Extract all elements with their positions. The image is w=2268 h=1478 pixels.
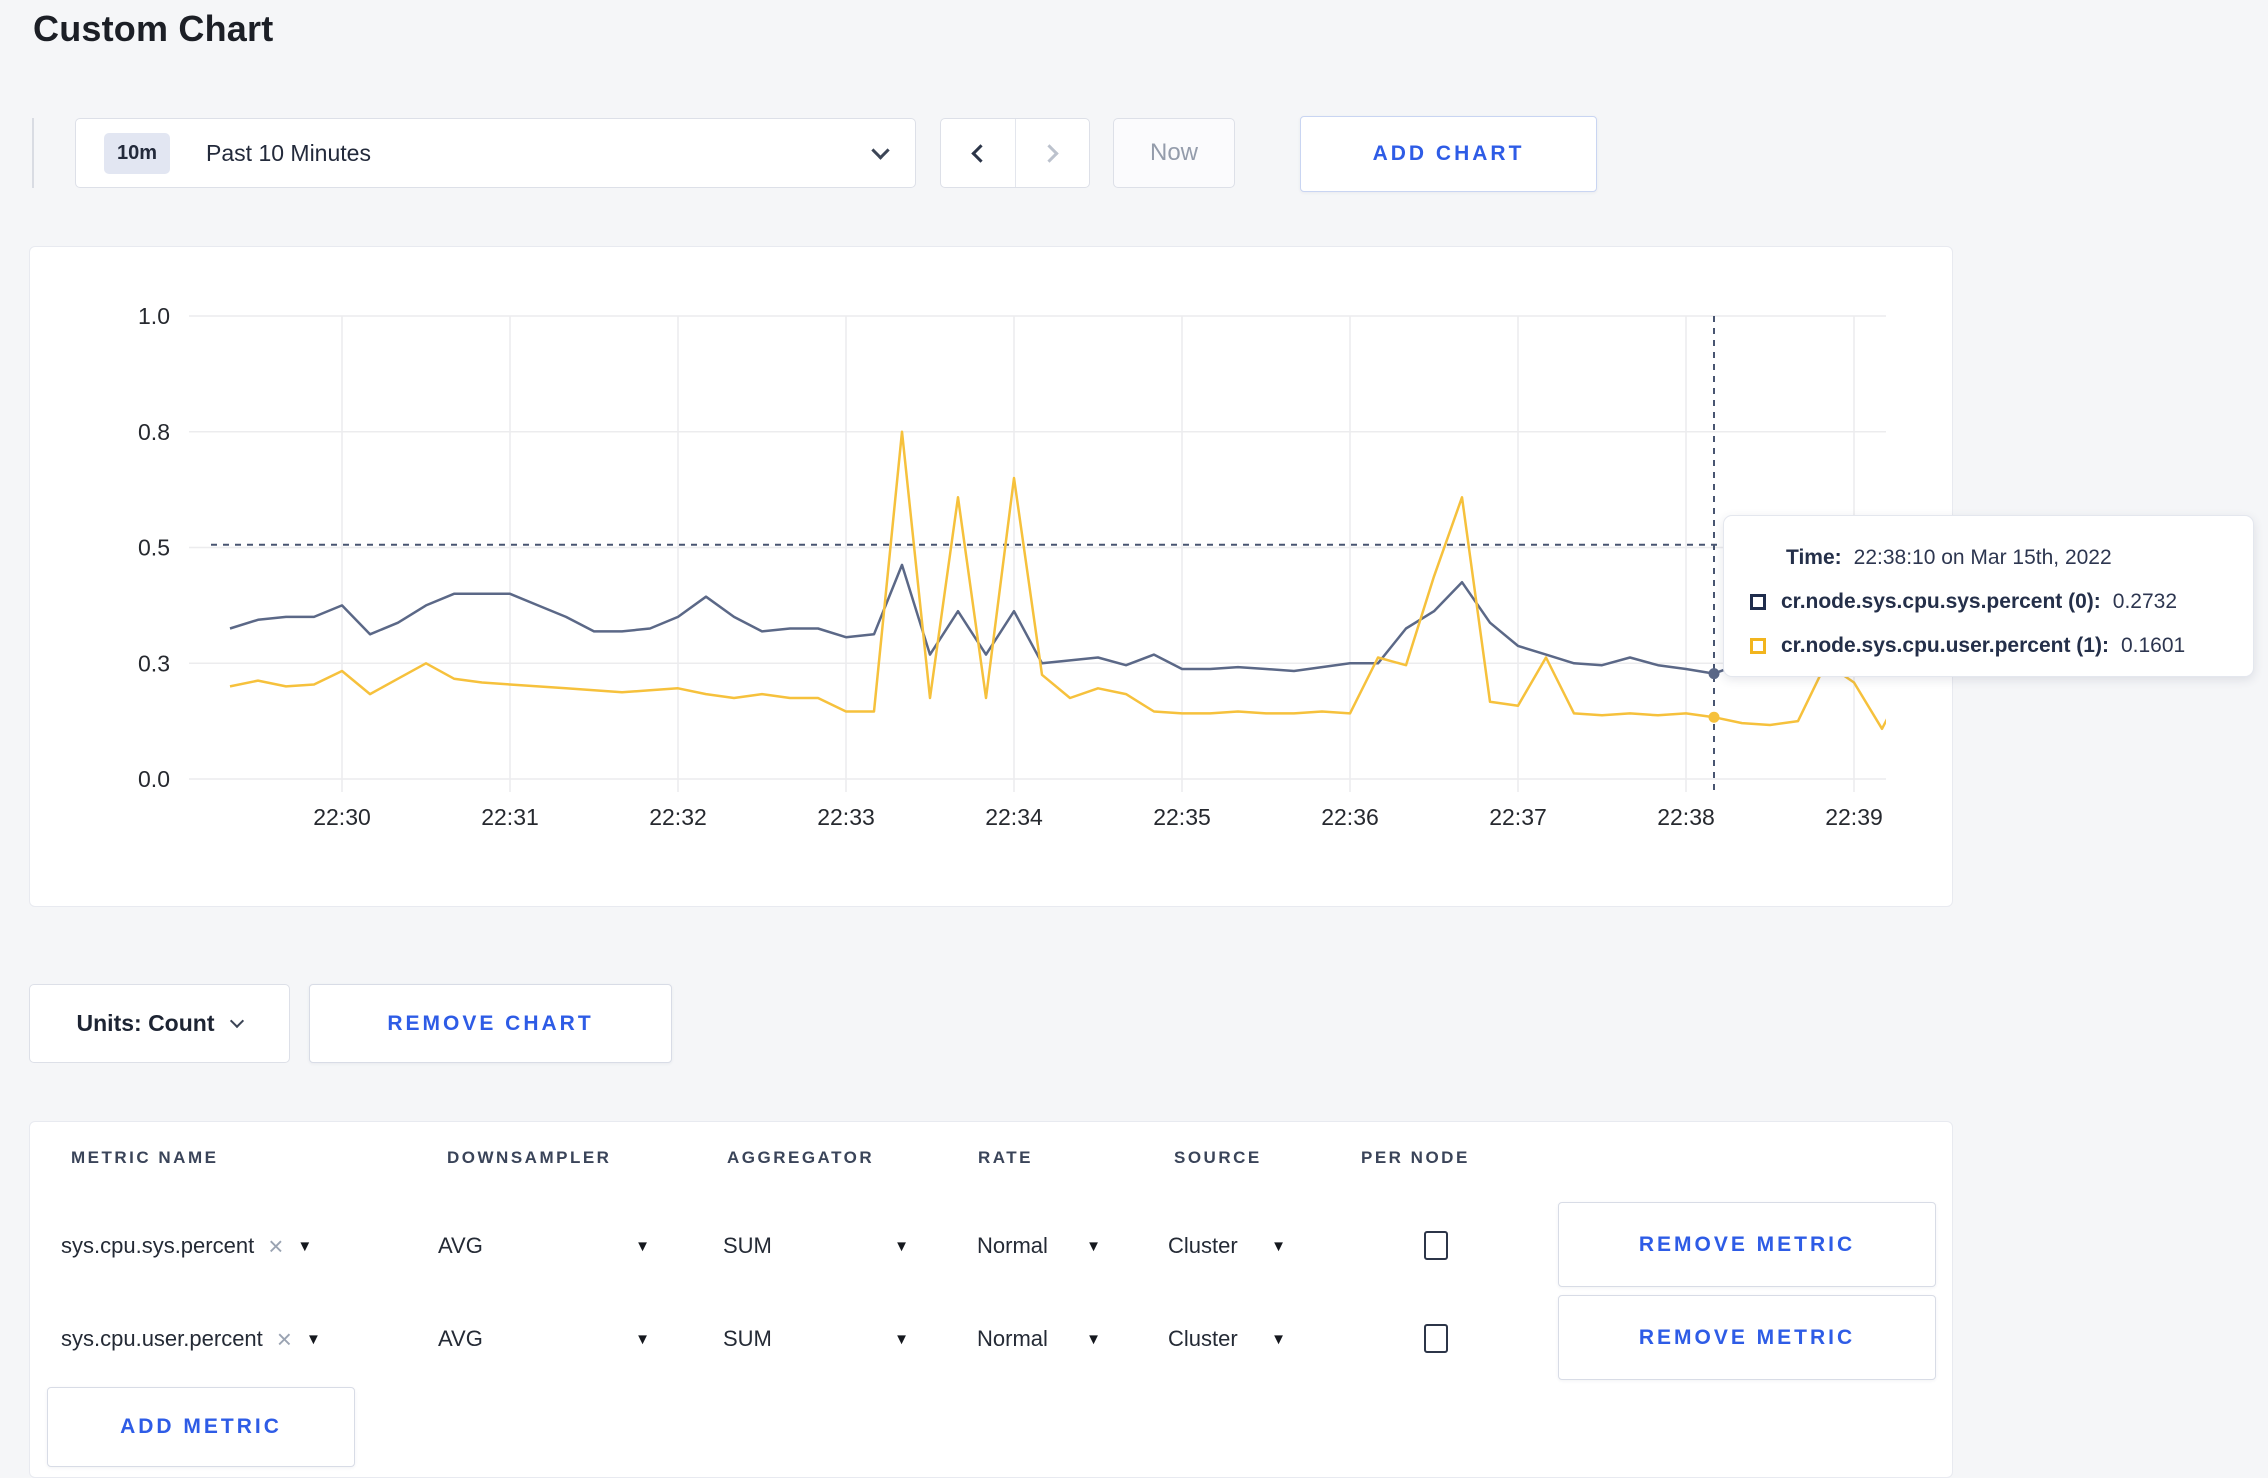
custom-chart-page: Custom Chart 10m Past 10 Minutes Now ADD…	[0, 0, 2268, 1478]
svg-text:0.0: 0.0	[138, 766, 170, 792]
tooltip-series-label: cr.node.sys.cpu.sys.percent (0):	[1781, 590, 2101, 613]
metric-name-label: sys.cpu.user.percent	[61, 1326, 263, 1351]
tooltip-series-value: 0.2732	[2112, 590, 2178, 613]
downsampler-select[interactable]: AVG ▼	[438, 1202, 650, 1290]
metric-name-select[interactable]: sys.cpu.user.percent × ▼	[61, 1295, 321, 1383]
column-header: METRIC NAME	[71, 1148, 219, 1167]
metric-name-select[interactable]: sys.cpu.sys.percent × ▼	[61, 1202, 312, 1290]
rate-select[interactable]: Normal ▼	[977, 1202, 1101, 1290]
time-range-picker[interactable]: 10m Past 10 Minutes	[75, 118, 916, 188]
time-range-badge: 10m	[104, 132, 171, 174]
column-header: SOURCE	[1174, 1148, 1262, 1167]
column-header: DOWNSAMPLER	[447, 1148, 612, 1167]
metrics-table: METRIC NAME DOWNSAMPLER AGGREGATOR RATE …	[29, 1121, 1953, 1478]
svg-text:22:34: 22:34	[985, 804, 1043, 830]
toolbar-divider	[32, 118, 34, 188]
tooltip-time-value: 22:38:10 on Mar 15th, 2022	[1853, 546, 2112, 569]
add-chart-button[interactable]: ADD CHART	[1300, 116, 1597, 192]
chevron-down-icon	[230, 1013, 245, 1029]
svg-text:22:31: 22:31	[481, 804, 539, 830]
per-node-checkbox[interactable]	[1424, 1231, 1448, 1260]
svg-text:0.3: 0.3	[138, 650, 170, 676]
time-window-nav	[940, 118, 1090, 188]
caret-down-icon: ▼	[1086, 1237, 1101, 1255]
tooltip-series-value: 0.1601	[2120, 634, 2186, 657]
caret-down-icon: ▼	[1271, 1330, 1286, 1348]
metric-name-label: sys.cpu.sys.percent	[61, 1233, 255, 1258]
caret-down-icon: ▼	[894, 1330, 909, 1348]
remove-metric-button[interactable]: REMOVE METRIC	[1558, 1295, 1936, 1380]
chevron-down-icon	[871, 140, 890, 160]
caret-down-icon: ▼	[297, 1237, 313, 1255]
svg-text:22:35: 22:35	[1153, 804, 1211, 830]
time-range-label: Past 10 Minutes	[206, 139, 371, 166]
per-node-checkbox[interactable]	[1424, 1324, 1448, 1353]
caret-down-icon: ▼	[1271, 1237, 1286, 1255]
clear-metric-icon[interactable]: ×	[277, 1326, 292, 1352]
caret-down-icon: ▼	[305, 1330, 321, 1348]
svg-text:22:33: 22:33	[817, 804, 875, 830]
svg-text:22:37: 22:37	[1489, 804, 1547, 830]
clear-metric-icon[interactable]: ×	[268, 1233, 283, 1259]
series-user-swatch-icon	[1750, 638, 1766, 654]
svg-text:1.0: 1.0	[138, 303, 170, 329]
now-button[interactable]: Now	[1113, 118, 1235, 188]
chevron-right-icon	[1040, 143, 1059, 163]
metrics-table-header: METRIC NAME DOWNSAMPLER AGGREGATOR RATE …	[30, 1148, 1952, 1178]
caret-down-icon: ▼	[635, 1330, 650, 1348]
rate-select[interactable]: Normal ▼	[977, 1295, 1101, 1383]
column-header: PER NODE	[1361, 1148, 1470, 1167]
svg-text:22:39: 22:39	[1825, 804, 1883, 830]
aggregator-select[interactable]: SUM ▼	[723, 1295, 909, 1383]
caret-down-icon: ▼	[635, 1237, 650, 1255]
source-select[interactable]: Cluster ▼	[1168, 1202, 1286, 1290]
svg-text:22:30: 22:30	[313, 804, 371, 830]
svg-text:22:36: 22:36	[1321, 804, 1379, 830]
page-title: Custom Chart	[33, 8, 274, 49]
svg-text:0.5: 0.5	[138, 535, 170, 561]
source-select[interactable]: Cluster ▼	[1168, 1295, 1286, 1383]
svg-text:22:38: 22:38	[1657, 804, 1715, 830]
chart-tooltip: Time: 22:38:10 on Mar 15th, 2022 cr.node…	[1723, 515, 2254, 677]
aggregator-select[interactable]: SUM ▼	[723, 1202, 909, 1290]
tooltip-series-label: cr.node.sys.cpu.user.percent (1):	[1781, 634, 2109, 657]
cpu-usage-chart[interactable]: 22:30 22:31 22:32 22:33 22:34 22:35 22:36 22:37…	[30, 247, 1954, 908]
svg-text:0.8: 0.8	[138, 419, 170, 445]
next-window-button[interactable]	[1014, 119, 1090, 187]
svg-text:22:32: 22:32	[649, 804, 707, 830]
chevron-left-icon	[971, 143, 990, 163]
units-select[interactable]: Units: Count	[29, 984, 290, 1063]
tooltip-time-label: Time:	[1786, 546, 1842, 569]
chart-panel: 22:30 22:31 22:32 22:33 22:34 22:35 22:36 22:37…	[29, 246, 2254, 908]
prev-window-button[interactable]	[941, 119, 1015, 187]
metric-row: sys.cpu.user.percent × ▼ AVG ▼ SUM ▼ Nor…	[30, 1295, 1952, 1383]
series-sys-swatch-icon	[1750, 594, 1766, 610]
caret-down-icon: ▼	[894, 1237, 909, 1255]
column-header: RATE	[978, 1148, 1034, 1167]
metric-row: sys.cpu.sys.percent × ▼ AVG ▼ SUM ▼ Norm…	[30, 1202, 1952, 1290]
caret-down-icon: ▼	[1086, 1330, 1101, 1348]
remove-metric-button[interactable]: REMOVE METRIC	[1558, 1202, 1936, 1287]
downsampler-select[interactable]: AVG ▼	[438, 1295, 650, 1383]
add-metric-button[interactable]: ADD METRIC	[47, 1387, 355, 1467]
column-header: AGGREGATOR	[727, 1148, 875, 1167]
remove-chart-button[interactable]: REMOVE CHART	[309, 984, 672, 1063]
